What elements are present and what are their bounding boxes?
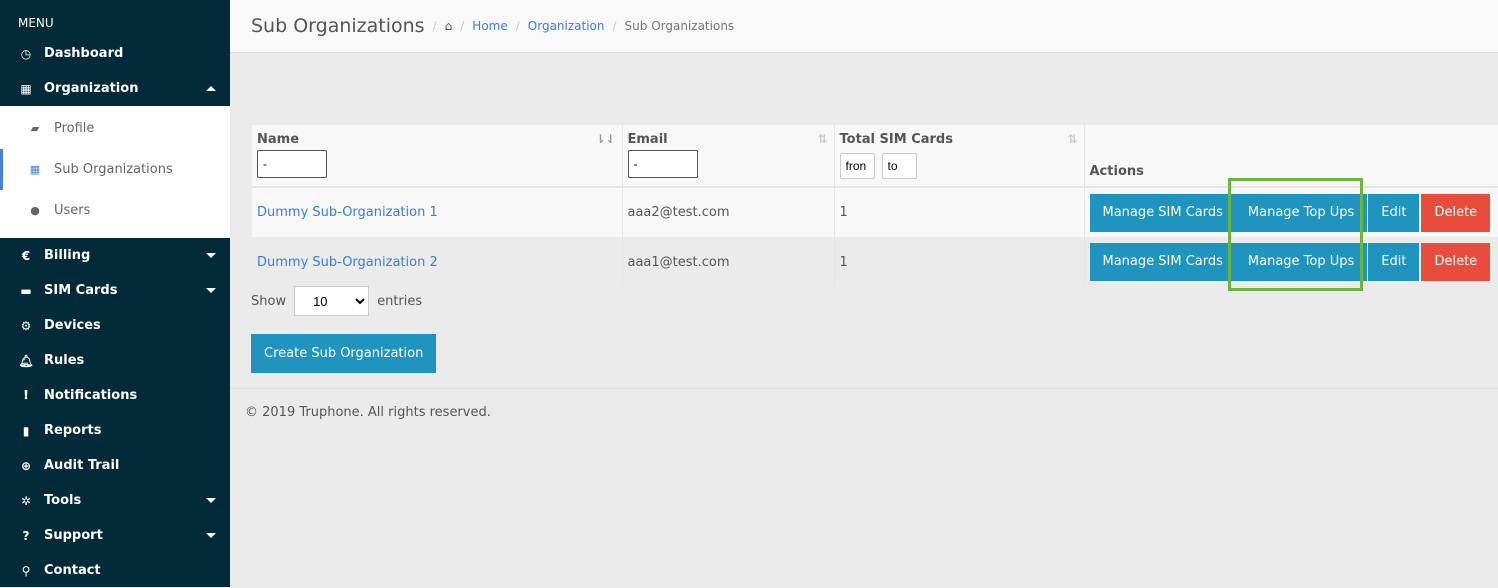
column-actions: Actions: [1084, 125, 1498, 188]
manage-top-ups-button[interactable]: Manage Top Ups: [1234, 193, 1368, 232]
table-row: Dummy Sub-Organization 1 aaa2@test.com 1…: [252, 187, 1498, 237]
sidebar-item-label: Billing: [44, 248, 91, 263]
sidebar-item-label: Rules: [44, 353, 85, 368]
show-label: Show: [251, 293, 287, 309]
caret-down-icon: [206, 253, 216, 258]
table-row: Dummy Sub-Organization 2 aaa1@test.com 1…: [252, 237, 1498, 287]
sub-organizations-table: Name⇂⇃ Email⇅ Total SIM Cards⇅ Actions D…: [252, 125, 1498, 287]
sidebar-subitem-sub-organizations[interactable]: ▦ Sub Organizations: [0, 149, 230, 190]
sidebar-item-label: Contact: [44, 563, 101, 578]
sidebar: MENU ◷ Dashboard ▦ Organization € Billing ▬ SIM…: [0, 0, 230, 587]
sidebar-item-label: Devices: [44, 318, 101, 333]
sidebar-item-billing[interactable]: € Billing: [0, 238, 230, 273]
breadcrumb: / ⌂ / Home / Organization / Sub Organiza…: [432, 19, 735, 33]
caret-down-icon: [206, 288, 216, 293]
bell-icon: 🔔︎: [18, 353, 34, 368]
footer: © 2019 Truphone. All rights reserved.: [230, 388, 1498, 436]
breadcrumb-current: Sub Organizations: [624, 19, 735, 33]
gear-icon: ✲: [20, 493, 32, 508]
edit-button[interactable]: Edit: [1368, 193, 1420, 232]
sims-to-input[interactable]: [881, 153, 917, 179]
caret-down-icon: [206, 498, 216, 503]
sidebar-item-label: Organization: [44, 81, 139, 96]
credit-card-icon: ▬: [20, 283, 32, 298]
home-icon[interactable]: ⌂: [445, 19, 453, 33]
entries-label: entries: [377, 293, 423, 309]
email-filter-input[interactable]: [627, 150, 698, 178]
email-cell: aaa1@test.com: [622, 237, 835, 287]
sidebar-item-organization[interactable]: ▦ Organization: [0, 71, 230, 106]
sidebar-item-label: Reports: [44, 423, 102, 438]
breadcrumb-home[interactable]: Home: [472, 19, 507, 33]
organization-submenu: ▰ Profile ▦ Sub Organizations ● Users: [0, 106, 230, 238]
euro-icon: €: [21, 248, 31, 263]
email-cell: aaa2@test.com: [622, 187, 835, 237]
book-icon: ▮: [22, 423, 30, 438]
search-plus-icon: ⊕: [20, 458, 32, 473]
sidebar-item-rules[interactable]: 🔔︎ Rules: [0, 343, 230, 378]
sidebar-item-audit-trail[interactable]: ⊕ Audit Trail: [0, 448, 230, 483]
column-name[interactable]: Name ⇂⇃: [252, 125, 623, 188]
sim-count-cell: 1: [834, 187, 1085, 237]
entries-select[interactable]: 10: [294, 286, 370, 316]
sort-icon[interactable]: ⇅: [1067, 132, 1077, 146]
sort-icon[interactable]: ⇅: [817, 132, 827, 146]
sub-organization-link[interactable]: Dummy Sub-Organization 2: [257, 255, 438, 270]
sidebar-item-label: Support: [44, 528, 103, 543]
breadcrumb-organization[interactable]: Organization: [528, 19, 605, 33]
actions-cell: Manage SIM Cards Manage Top Ups Edit Delete: [1084, 237, 1498, 287]
sidebar-item-contact[interactable]: ⚲ Contact: [0, 553, 230, 588]
sidebar-subitem-label: Sub Organizations: [54, 162, 173, 177]
user-icon: ●: [30, 204, 40, 217]
cogs-icon: ⚙: [20, 318, 32, 333]
sidebar-item-tools[interactable]: ✲ Tools: [0, 483, 230, 518]
manage-sim-cards-button[interactable]: Manage SIM Cards: [1089, 193, 1236, 232]
sidebar-item-label: Notifications: [44, 388, 138, 403]
page-header: Sub Organizations / ⌂ / Home / Organizat…: [230, 0, 1498, 53]
map-marker-icon: ⚲: [21, 563, 31, 578]
sub-organization-link[interactable]: Dummy Sub-Organization 1: [257, 205, 438, 220]
name-filter-input[interactable]: [257, 150, 327, 178]
delete-button[interactable]: Delete: [1421, 193, 1491, 232]
building-icon: ▦: [29, 163, 41, 176]
name-cell: Dummy Sub-Organization 2: [252, 237, 623, 287]
menu-label: MENU: [18, 16, 54, 30]
sidebar-item-label: Tools: [44, 493, 82, 508]
page-length-control: Show 10 entries: [251, 286, 422, 316]
dashboard-icon: ◷: [20, 46, 32, 61]
briefcase-icon: ▰: [30, 122, 40, 135]
question-icon: ?: [22, 528, 30, 543]
sim-count-cell: 1: [834, 237, 1085, 287]
page-title: Sub Organizations: [251, 15, 425, 37]
sidebar-item-label: Dashboard: [44, 46, 124, 61]
sidebar-item-devices[interactable]: ⚙ Devices: [0, 308, 230, 343]
caret-down-icon: [206, 533, 216, 538]
sims-from-input[interactable]: [839, 153, 875, 179]
name-cell: Dummy Sub-Organization 1: [252, 187, 623, 237]
exclamation-circle-icon: ❗︎: [24, 388, 28, 402]
sidebar-subitem-label: Profile: [54, 121, 95, 136]
manage-top-ups-button[interactable]: Manage Top Ups: [1234, 243, 1368, 281]
sidebar-item-label: SIM Cards: [44, 283, 118, 298]
sidebar-item-reports[interactable]: ▮ Reports: [0, 413, 230, 448]
sidebar-item-sim-cards[interactable]: ▬ SIM Cards: [0, 273, 230, 308]
sidebar-subitem-users[interactable]: ● Users: [0, 190, 230, 231]
manage-sim-cards-button[interactable]: Manage SIM Cards: [1089, 243, 1236, 281]
sidebar-item-label: Audit Trail: [44, 458, 120, 473]
sidebar-subitem-profile[interactable]: ▰ Profile: [0, 108, 230, 149]
create-sub-organization-button[interactable]: Create Sub Organization: [251, 334, 437, 373]
delete-button[interactable]: Delete: [1421, 243, 1491, 281]
actions-cell: Manage SIM Cards Manage Top Ups Edit Delete: [1084, 187, 1498, 237]
sort-asc-icon[interactable]: ⇂⇃: [595, 132, 615, 146]
column-total-sim-cards[interactable]: Total SIM Cards ⇅: [834, 125, 1085, 188]
column-email[interactable]: Email ⇅: [622, 125, 835, 188]
building-icon: ▦: [20, 81, 32, 96]
sidebar-item-support[interactable]: ? Support: [0, 518, 230, 553]
sidebar-item-dashboard[interactable]: ◷ Dashboard: [0, 36, 230, 71]
sidebar-subitem-label: Users: [54, 203, 91, 218]
caret-up-icon: [206, 86, 216, 91]
sidebar-item-notifications[interactable]: ❗︎ Notifications: [0, 378, 230, 413]
edit-button[interactable]: Edit: [1368, 243, 1420, 281]
